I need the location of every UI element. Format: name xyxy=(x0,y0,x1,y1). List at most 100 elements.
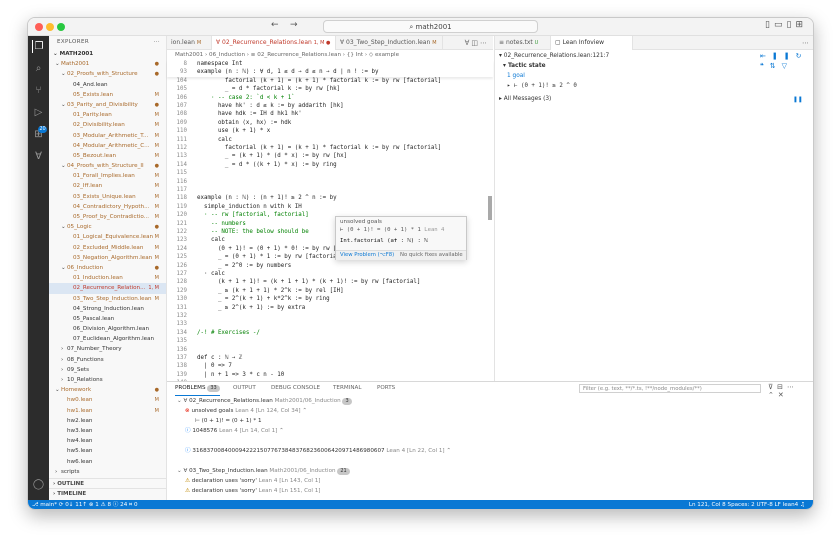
customize-layout-icon[interactable]: ⊞ xyxy=(795,20,807,30)
pause-icon[interactable]: ❚❚ xyxy=(772,52,796,60)
problem-item[interactable]: ⊢ (0 + 1)! = (0 + 1) * 1 xyxy=(185,416,262,426)
go-to-location-icon[interactable]: ⇤ xyxy=(760,52,772,60)
file-item[interactable]: 07_Euclidean_Algorithm.lean xyxy=(49,334,166,344)
folder-item[interactable]: ⌄ 02_Proofs_with_Structure ● xyxy=(49,69,166,79)
file-item[interactable]: 06_Division_Algorithm.lean xyxy=(49,324,166,334)
file-item[interactable]: 04_And.lean xyxy=(49,80,166,90)
pause-messages-icon[interactable]: ❚❚ xyxy=(793,97,803,103)
infoview-tab-actions[interactable]: ⋯ xyxy=(802,36,811,50)
folder-item[interactable]: › 08_Functions xyxy=(49,355,166,365)
folder-item[interactable]: ⌄ 05_Logic ● xyxy=(49,222,166,232)
file-item[interactable]: hw2.lean xyxy=(49,416,166,426)
timeline-section[interactable]: › TIMELINE xyxy=(49,488,166,498)
file-item[interactable]: 04_Contradictory_Hypoth... M xyxy=(49,202,166,212)
filter-icon[interactable]: ▽ xyxy=(782,62,793,70)
problem-item[interactable]: ⊗ unsolved goals Lean 4 [Ln 124, Col 34]… xyxy=(185,406,307,416)
problem-item[interactable]: ⓘ 1048576 Lean 4 [Ln 14, Col 1] ⌃ xyxy=(185,426,284,436)
files-icon[interactable]: ❐ xyxy=(32,40,45,53)
file-item[interactable]: 02_Divisibility.lean M xyxy=(49,120,166,130)
file-item[interactable]: 01_Forall_Implies.lean M xyxy=(49,171,166,181)
panel-tab-problems[interactable]: PROBLEMS 33 xyxy=(175,382,220,396)
file-item[interactable]: hw6.lean xyxy=(49,457,166,467)
file-item[interactable]: hw4.lean xyxy=(49,436,166,446)
back-arrow-icon[interactable]: ← xyxy=(271,20,279,30)
folder-item[interactable]: › 07_Number_Theory xyxy=(49,344,166,354)
sort-icon[interactable]: ⇅ xyxy=(770,62,782,70)
file-item[interactable]: hw3.lean xyxy=(49,426,166,436)
folder-item[interactable]: › 10_Relations xyxy=(49,375,166,385)
file-item[interactable]: 05_Bezout.lean M xyxy=(49,151,166,161)
chevron-up-icon[interactable]: ⌃ xyxy=(446,448,451,454)
close-panel-icon[interactable]: ✕ xyxy=(778,391,788,399)
forward-arrow-icon[interactable]: → xyxy=(290,20,298,30)
panel-tab-terminal[interactable]: TERMINAL xyxy=(333,382,361,395)
file-item[interactable]: 02_Iff.lean M xyxy=(49,181,166,191)
file-item[interactable]: 04_Modular_Arithmetic_C... M xyxy=(49,141,166,151)
problem-item[interactable]: ⚠ declaration uses 'sorry' Lean 4 [Ln 14… xyxy=(185,476,320,486)
refresh-icon[interactable]: ↻ xyxy=(796,52,808,60)
more-actions-icon[interactable]: ⋯ xyxy=(480,39,489,47)
chevron-up-icon[interactable]: ⌃ xyxy=(279,428,284,434)
file-item[interactable]: 01_Induction.lean M xyxy=(49,273,166,283)
filter-icon[interactable]: ⊽ xyxy=(768,383,777,391)
quote-icon[interactable]: ❝ xyxy=(760,62,770,70)
folder-item[interactable]: ⌄ 06_Induction ● xyxy=(49,263,166,273)
file-item[interactable]: hw5.lean xyxy=(49,446,166,456)
file-item[interactable]: 02_Recurrence_Relation... 1, M xyxy=(49,283,166,294)
file-item[interactable]: 04_Strong_Induction.lean xyxy=(49,304,166,314)
breadcrumb[interactable]: Math2001 › 06_Induction › ≡ 02_Recurrenc… xyxy=(167,50,493,60)
tab-induction[interactable]: ion.lean M xyxy=(167,36,212,50)
file-item[interactable]: 03_Negation_Algorithm.lean M xyxy=(49,253,166,263)
file-item[interactable]: 01_Parity.lean M xyxy=(49,110,166,120)
tab-notes[interactable]: ≡ notes.txt U xyxy=(495,36,551,50)
zoom-window-button[interactable] xyxy=(57,23,65,31)
more-actions-icon[interactable]: ⋯ xyxy=(787,383,798,391)
maximize-panel-icon[interactable]: ⌃ xyxy=(768,391,778,399)
search-icon[interactable]: ⌕ xyxy=(32,62,45,75)
file-item[interactable]: 01_Logical_Equivalence.lean M xyxy=(49,232,166,242)
problem-file-group[interactable]: ⌄ ∀ 03_Two_Step_Induction.lean Math2001/… xyxy=(177,466,350,476)
panel-tab-ports[interactable]: PORTS xyxy=(377,382,395,395)
editor-scrollbar[interactable] xyxy=(488,196,492,220)
sticky-scroll-header[interactable]: 8 namespace Int 93 example (n : ℕ) : ∀ d, 1… xyxy=(167,60,493,77)
tactic-state-header[interactable]: ▾ Tactic state xyxy=(503,63,546,69)
file-item[interactable]: 03_Exists_Unique.lean M xyxy=(49,192,166,202)
account-icon[interactable]: ◯ xyxy=(32,478,45,491)
folder-item[interactable]: › 09_Sets xyxy=(49,365,166,375)
folder-item[interactable]: ⌄ Math2001 ● xyxy=(49,59,166,69)
folder-item[interactable]: ⌄ 04_Proofs_with_Structure_II ● xyxy=(49,161,166,171)
run-debug-icon[interactable]: ▷ xyxy=(32,106,45,119)
panel-tab-output[interactable]: OUTPUT xyxy=(233,382,256,395)
file-item[interactable]: 03_Modular_Arithmetic_T... M xyxy=(49,131,166,141)
file-item[interactable]: 03_Two_Step_Induction.lean M xyxy=(49,294,166,304)
file-item[interactable]: 05_Proof_by_Contradictio... M xyxy=(49,212,166,222)
tab-two-step-induction[interactable]: ∀ 03_Two_Step_Induction.lean M xyxy=(336,36,443,50)
outline-section[interactable]: › OUTLINE xyxy=(49,478,166,488)
tab-lean-infoview[interactable]: ▢ Lean Infoview xyxy=(551,36,633,50)
more-actions-icon[interactable]: ··· xyxy=(154,36,160,49)
toggle-sidebar-icon[interactable]: ▯ xyxy=(765,20,774,30)
folder-item[interactable]: › scripts xyxy=(49,467,166,477)
problems-filter-input[interactable]: Filter (e.g. text, **/*.ts, !**/node_mod… xyxy=(579,384,761,393)
panel-tab-debug-console[interactable]: DEBUG CONSOLE xyxy=(271,382,320,395)
tab-recurrence-relations[interactable]: ∀ 02_Recurrence_Relations.lean 1, M ● xyxy=(212,36,336,50)
problem-file-group[interactable]: ⌄ ∀ 02_Recurrence_Relations.lean Math200… xyxy=(177,396,352,406)
file-item[interactable]: hw1.lean M xyxy=(49,406,166,416)
all-messages-header[interactable]: ▸ All Messages (3) xyxy=(499,96,551,102)
status-left[interactable]: ⎇ main* ⟳ 0↓ 11↑ ⊗ 1 ⚠ 8 ⓘ 24 ⌗ 0 xyxy=(32,500,138,509)
minimize-window-button[interactable] xyxy=(46,23,54,31)
source-control-icon[interactable]: ⑂ xyxy=(32,84,45,97)
file-item[interactable]: 05_Pascal.lean xyxy=(49,314,166,324)
split-editor-icon[interactable]: ◫ xyxy=(471,39,480,47)
problem-item[interactable]: ⚠ declaration uses 'sorry' Lean 4 [Ln 15… xyxy=(185,486,320,496)
file-item[interactable]: 02_Excluded_Middle.lean M xyxy=(49,243,166,253)
collapse-all-icon[interactable]: ⊟ xyxy=(777,383,787,391)
problem-item[interactable]: ⓘ 31683700840009422215077673848376823600… xyxy=(185,446,451,456)
workspace-root[interactable]: ⌄ MATH2001 xyxy=(49,49,166,59)
lean-icon[interactable]: ∀ xyxy=(32,150,45,163)
command-center-search[interactable]: ⌕ math2001 xyxy=(323,20,538,33)
chevron-up-icon[interactable]: ⌃ xyxy=(302,408,307,414)
folder-item[interactable]: ⌄ Homework ● xyxy=(49,385,166,395)
file-item[interactable]: hw0.lean M xyxy=(49,395,166,405)
status-right[interactable]: Ln 121, Col 8 Spaces: 2 UTF-8 LF lean4 ♫ xyxy=(689,500,805,509)
